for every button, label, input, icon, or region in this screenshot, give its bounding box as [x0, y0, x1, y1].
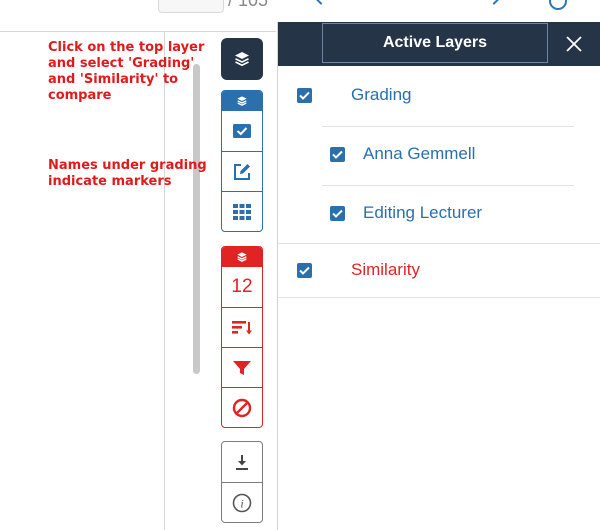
grading-layer-header [222, 91, 262, 111]
document-top-border [0, 31, 276, 32]
layer-checkbox-anna-gemmell[interactable] [330, 147, 345, 162]
sort-icon [232, 320, 252, 334]
active-layers-button[interactable] [221, 38, 263, 80]
layers-icon [235, 52, 249, 67]
document-scrollbar[interactable] [193, 64, 200, 374]
close-icon [566, 36, 582, 52]
grid-icon [233, 203, 251, 220]
note-line: and select 'Grading' [48, 56, 195, 71]
similarity-match-count-button[interactable]: 12 [222, 267, 262, 307]
similarity-match-count: 12 [231, 276, 253, 297]
page-count-text: / 105 [228, 0, 269, 10]
panel-header: Active Layers [278, 22, 600, 66]
note-line: indicate markers [48, 174, 172, 189]
note-line: Click on the top layer [48, 40, 205, 55]
layer-checkbox-editing-lecturer[interactable] [330, 206, 345, 221]
layer-row-anna-gemmell[interactable]: Anna Gemmell [278, 125, 600, 183]
comment-button[interactable] [222, 151, 262, 191]
layer-label-anna-gemmell: Anna Gemmell [363, 144, 476, 163]
document-margin-line [164, 31, 165, 530]
layer-label-similarity: Similarity [351, 260, 420, 279]
layer-checkbox-grading[interactable] [297, 88, 312, 103]
panel-title: Active Layers [382, 34, 488, 51]
layers-icon [237, 252, 247, 262]
active-layers-panel: Active Layers Grading Anna Gemmell Editi… [277, 22, 600, 530]
layer-row-similarity[interactable]: Similarity [278, 241, 600, 299]
previous-page-icon[interactable] [311, 0, 331, 5]
checkmark-icon [332, 150, 343, 159]
filter-icon [233, 360, 251, 375]
annotation-note-layers: Click on the top layer and select 'Gradi… [48, 40, 204, 104]
layers-icon [237, 96, 247, 106]
similarity-layer-header [222, 247, 262, 267]
filter-button[interactable] [222, 347, 262, 387]
layer-row-editing-lecturer[interactable]: Editing Lecturer [278, 184, 600, 242]
help-icon[interactable] [549, 0, 567, 10]
next-page-icon[interactable] [484, 0, 504, 5]
annotation-note-markers: Names under grading indicate markers [48, 158, 207, 190]
checkbox-icon [233, 124, 251, 138]
download-button[interactable] [222, 442, 262, 482]
page-number-input[interactable] [158, 0, 224, 13]
svg-text:i: i [240, 496, 243, 510]
checkmark-icon [299, 91, 310, 100]
ban-icon [232, 398, 252, 417]
panel-title-box: Active Layers [322, 23, 548, 63]
sort-matches-button[interactable] [222, 307, 262, 347]
similarity-tools-group: 12 [221, 246, 263, 428]
layer-divider [278, 297, 600, 298]
close-panel-button[interactable] [560, 30, 588, 58]
utility-tools-group: i [221, 441, 263, 523]
note-line: compare [48, 88, 112, 103]
submission-info-button[interactable]: i [222, 482, 262, 522]
layer-checkbox-similarity[interactable] [297, 263, 312, 278]
note-line: and 'Similarity' to [48, 72, 179, 87]
top-navigation-bar: / 105 [0, 0, 600, 22]
layer-label-grading: Grading [351, 85, 412, 104]
checkmark-icon [299, 266, 310, 275]
exclude-matches-button[interactable] [222, 387, 262, 427]
quickmark-button[interactable] [222, 111, 262, 151]
grading-tools-group [221, 90, 263, 232]
edit-icon [234, 163, 250, 180]
layer-row-grading[interactable]: Grading [278, 66, 600, 124]
download-icon [236, 455, 248, 470]
checkmark-icon [332, 209, 343, 218]
info-icon: i [232, 493, 252, 512]
layer-label-editing-lecturer: Editing Lecturer [363, 203, 483, 222]
note-line: Names under grading [48, 158, 207, 173]
rubric-button[interactable] [222, 191, 262, 231]
